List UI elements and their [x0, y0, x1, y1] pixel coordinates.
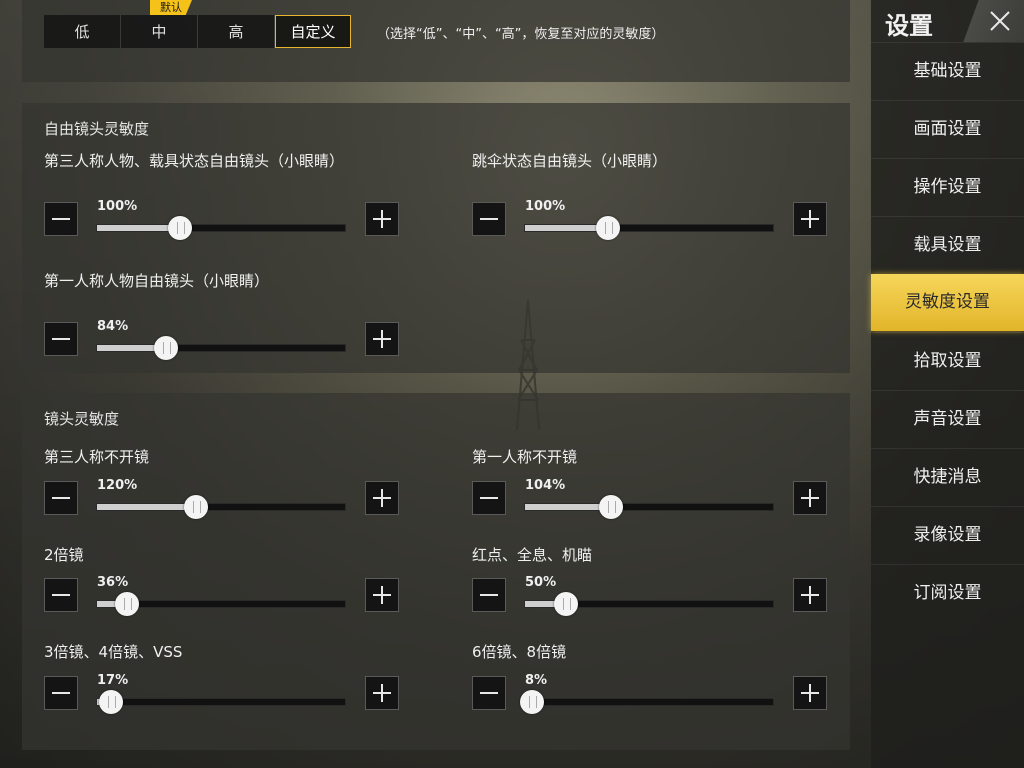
preset-high-button[interactable]: 高 [198, 15, 274, 48]
slider-handle[interactable] [599, 495, 623, 519]
decrease-button[interactable] [472, 481, 506, 515]
slider-handle[interactable] [520, 690, 544, 714]
increase-button[interactable] [365, 322, 399, 356]
slider-label: 第一人称不开镜 [472, 448, 578, 466]
sensitivity-slider[interactable] [524, 495, 774, 519]
slider-handle[interactable] [99, 690, 123, 714]
increase-button[interactable] [793, 578, 827, 612]
decrease-button[interactable] [44, 322, 78, 356]
decrease-button[interactable] [44, 481, 78, 515]
slider-value: 36% [97, 575, 129, 590]
increase-button[interactable] [793, 481, 827, 515]
decrease-button[interactable] [472, 578, 506, 612]
sidebar-item[interactable]: 快捷消息 [871, 448, 1024, 505]
sidebar-item[interactable]: 拾取设置 [871, 332, 1024, 389]
slider-handle[interactable] [154, 336, 178, 360]
decrease-button[interactable] [44, 676, 78, 710]
slider-label: 6倍镜、8倍镜 [472, 643, 567, 661]
close-button[interactable] [963, 0, 1024, 42]
preset-hint: （选择“低”、“中”、“高”，恢复至对应的灵敏度） [377, 27, 665, 42]
sensitivity-slider[interactable] [96, 690, 346, 714]
sidebar-item[interactable]: 操作设置 [871, 158, 1024, 215]
preset-section: 低 中 高 自定义 默认 （选择“低”、“中”、“高”，恢复至对应的灵敏度） [22, 0, 850, 82]
slider-value: 50% [525, 575, 557, 590]
close-icon [990, 11, 1010, 31]
decrease-button[interactable] [44, 578, 78, 612]
decrease-button[interactable] [472, 202, 506, 236]
slider-value: 100% [525, 199, 566, 214]
increase-button[interactable] [793, 202, 827, 236]
slider-handle[interactable] [184, 495, 208, 519]
slider-label: 第三人称人物、载具状态自由镜头（小眼睛） [44, 152, 345, 170]
slider-fill [97, 504, 196, 510]
slider-label: 第一人称人物自由镜头（小眼睛） [44, 272, 270, 290]
preset-medium-button[interactable]: 中 [121, 15, 197, 48]
slider-value: 104% [525, 478, 566, 493]
slider-label: 红点、全息、机瞄 [472, 546, 593, 564]
sidebar-item[interactable]: 录像设置 [871, 506, 1024, 563]
sensitivity-slider[interactable] [524, 592, 774, 616]
slider-value: 17% [97, 673, 129, 688]
section-title-lens: 镜头灵敏度 [44, 410, 120, 428]
sidebar-title: 设置 [885, 12, 933, 40]
sensitivity-slider[interactable] [96, 495, 346, 519]
decrease-button[interactable] [472, 676, 506, 710]
increase-button[interactable] [365, 578, 399, 612]
decrease-button[interactable] [44, 202, 78, 236]
sidebar-item[interactable]: 载具设置 [871, 216, 1024, 273]
slider-label: 第三人称不开镜 [44, 448, 150, 466]
increase-button[interactable] [365, 202, 399, 236]
free-camera-section: 自由镜头灵敏度 [22, 103, 850, 373]
increase-button[interactable] [365, 481, 399, 515]
slider-label: 跳伞状态自由镜头（小眼睛） [472, 152, 668, 170]
slider-handle[interactable] [554, 592, 578, 616]
slider-handle[interactable] [596, 216, 620, 240]
slider-value: 84% [97, 319, 129, 334]
sidebar-item[interactable]: 声音设置 [871, 390, 1024, 447]
sidebar-item[interactable]: 画面设置 [871, 100, 1024, 157]
slider-handle[interactable] [168, 216, 192, 240]
sensitivity-slider[interactable] [520, 690, 774, 714]
slider-value: 100% [97, 199, 138, 214]
increase-button[interactable] [365, 676, 399, 710]
preset-custom-button[interactable]: 自定义 [275, 15, 351, 48]
sidebar-item[interactable]: 订阅设置 [871, 564, 1024, 621]
sidebar-header: 设置 [871, 0, 1024, 42]
sensitivity-slider[interactable] [524, 216, 774, 240]
section-title-free-camera: 自由镜头灵敏度 [44, 120, 150, 138]
settings-sidebar: 设置 基础设置 画面设置 操作设置 载具设置 灵敏度设置 拾取设置 声音设置 快捷消息 录像设置… [871, 0, 1024, 768]
sidebar-item[interactable]: 基础设置 [871, 42, 1024, 99]
sensitivity-slider[interactable] [96, 216, 346, 240]
increase-button[interactable] [793, 676, 827, 710]
slider-label: 3倍镜、4倍镜、VSS [44, 643, 183, 661]
slider-handle[interactable] [115, 592, 139, 616]
sensitivity-slider[interactable] [96, 336, 346, 360]
slider-label: 2倍镜 [44, 546, 84, 564]
sidebar-item[interactable]: 灵敏度设置 [871, 274, 1024, 331]
slider-value: 8% [525, 673, 548, 688]
sensitivity-slider[interactable] [96, 592, 346, 616]
default-badge: 默认 [150, 0, 192, 15]
slider-value: 120% [97, 478, 138, 493]
preset-low-button[interactable]: 低 [44, 15, 120, 48]
